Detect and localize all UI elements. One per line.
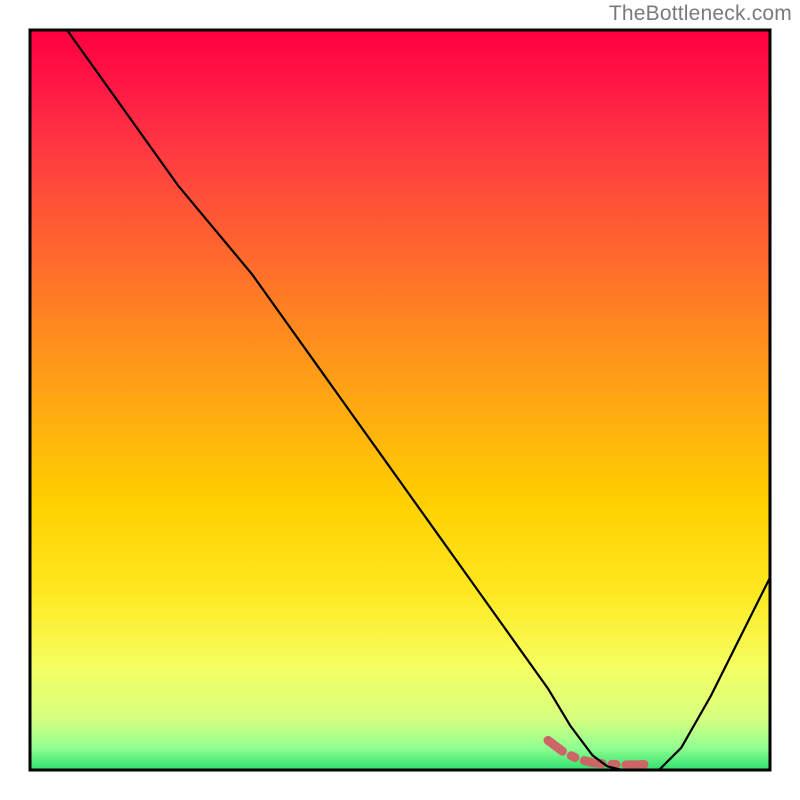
chart-svg xyxy=(0,0,800,800)
plot-background xyxy=(30,30,770,770)
chart-stage: TheBottleneck.com xyxy=(0,0,800,800)
